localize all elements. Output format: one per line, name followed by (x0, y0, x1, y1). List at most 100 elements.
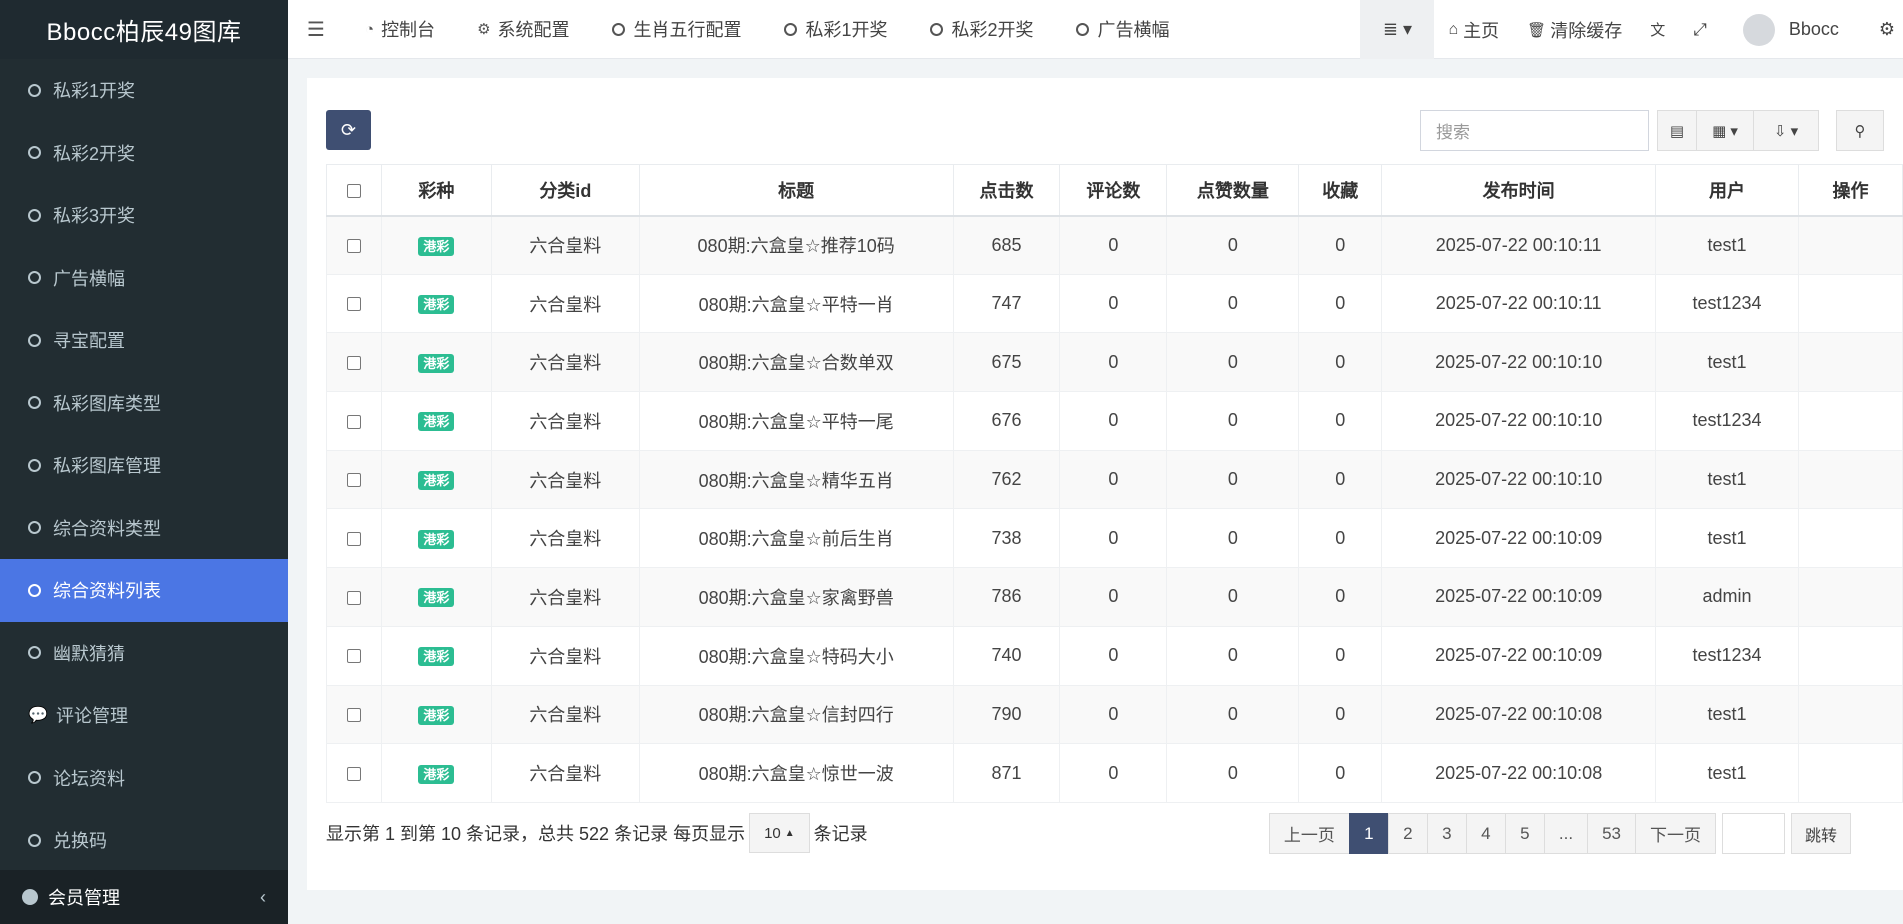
translate-icon: 文 (1650, 22, 1666, 39)
sidebar-item-label: 评论管理 (56, 706, 128, 727)
table-row[interactable]: 港彩 六合皇料 080期:六盒皇☆推荐10码 685 0 0 0 2025-07-22 00:… (326, 215, 1903, 275)
home-label: 主页 (1463, 20, 1500, 41)
search-input[interactable]: 搜索 (1420, 110, 1649, 151)
home-link[interactable]: ⌂ 主页 (1434, 0, 1513, 59)
page-button[interactable]: 5 (1504, 813, 1545, 854)
sidebar-item-comment-manage[interactable]: 💬 评论管理 (0, 684, 288, 747)
page-button[interactable]: 53 (1587, 813, 1636, 854)
select-cell[interactable] (326, 625, 382, 686)
select-all-cell[interactable] (326, 164, 382, 217)
sidebar-item-ad-banner[interactable]: 广告横幅 (0, 247, 288, 310)
user-menu[interactable]: Bbocc (1721, 0, 1853, 59)
col-header-title[interactable]: 标题 (638, 164, 954, 217)
col-header-category[interactable]: 分类id (490, 164, 640, 217)
select-cell[interactable] (326, 684, 382, 745)
row-checkbox[interactable] (346, 297, 361, 312)
page-button[interactable]: 2 (1387, 813, 1428, 854)
clear-cache-button[interactable]: 🗑 清除缓存 (1513, 0, 1636, 59)
row-checkbox[interactable] (346, 532, 361, 547)
tab-system-config[interactable]: ⚙ 系统配置 (456, 0, 590, 59)
select-all-checkbox[interactable] (346, 183, 361, 198)
comments-cell: 0 (1059, 391, 1168, 451)
sidebar-item-general-info-type[interactable]: 综合资料类型 (0, 497, 288, 560)
page-button[interactable]: 1 (1348, 813, 1389, 854)
tab-lottery1[interactable]: 私彩1开奖 (763, 0, 909, 59)
table-row[interactable]: 港彩 六合皇料 080期:六盒皇☆合数单双 675 0 0 0 2025-07-22 00:1… (326, 332, 1903, 393)
row-checkbox[interactable] (346, 708, 361, 723)
col-header-clicks[interactable]: 点击数 (952, 164, 1061, 217)
next-page-button[interactable]: 下一页 (1634, 813, 1716, 854)
row-checkbox[interactable] (346, 355, 361, 370)
row-checkbox[interactable] (346, 590, 361, 605)
tab-dashboard[interactable]: ◔ 控制台 (344, 0, 456, 59)
table-row[interactable]: 港彩 六合皇料 080期:六盒皇☆前后生肖 738 0 0 0 2025-07-22 00:1… (326, 508, 1903, 569)
page-button[interactable]: 3 (1426, 813, 1467, 854)
row-checkbox[interactable] (346, 473, 361, 488)
chevron-left-icon[interactable]: ‹ (260, 887, 266, 908)
select-cell[interactable] (326, 567, 382, 627)
col-header-user[interactable]: 用户 (1655, 164, 1799, 217)
export-button[interactable]: ⇩ ▾ (1753, 110, 1819, 151)
table-row[interactable]: 港彩 六合皇料 080期:六盒皇☆家禽野兽 786 0 0 0 2025-07-22 00:1… (326, 567, 1903, 627)
select-cell[interactable] (326, 332, 382, 393)
sidebar-item-forum-info[interactable]: 论坛资料 (0, 747, 288, 810)
select-cell[interactable] (326, 273, 382, 334)
language-button[interactable]: 文 (1636, 0, 1679, 59)
tab-lottery2[interactable]: 私彩2开奖 (909, 0, 1055, 59)
export-icon: ⇩ ▾ (1773, 122, 1799, 140)
col-header-favorites[interactable]: 收藏 (1298, 164, 1383, 217)
col-header-type[interactable]: 彩种 (380, 164, 492, 217)
sidebar-item-treasure-config[interactable]: 寻宝配置 (0, 309, 288, 372)
sidebar-item-lottery2-draw[interactable]: 私彩2开奖 (0, 122, 288, 185)
jump-button[interactable]: 跳转 (1790, 813, 1851, 854)
sidebar-item-private-gallery-type[interactable]: 私彩图库类型 (0, 372, 288, 435)
sidebar-item-member-management[interactable]: 会员管理 ‹ (0, 870, 288, 924)
table-row[interactable]: 港彩 六合皇料 080期:六盒皇☆信封四行 790 0 0 0 2025-07-22 00:1… (326, 684, 1903, 745)
search-button[interactable]: ⚲ (1836, 110, 1884, 151)
category-cell: 六合皇料 (490, 449, 640, 510)
sidebar-item-lottery1-draw[interactable]: 私彩1开奖 (0, 59, 288, 122)
circle-icon (1075, 22, 1089, 36)
row-checkbox[interactable] (346, 766, 361, 781)
col-header-likes[interactable]: 点赞数量 (1166, 164, 1300, 217)
page-size-dropdown[interactable]: 10 ▲ (749, 813, 810, 853)
toggle-view-button[interactable]: ▤ (1657, 110, 1697, 151)
select-cell[interactable] (326, 508, 382, 569)
jump-page-input[interactable] (1721, 813, 1785, 854)
page-button[interactable]: ... (1543, 813, 1589, 854)
select-cell[interactable] (326, 743, 382, 803)
likes-cell: 0 (1166, 684, 1300, 745)
table-row[interactable]: 港彩 六合皇料 080期:六盒皇☆精华五肖 762 0 0 0 2025-07-22 00:1… (326, 449, 1903, 510)
tabs-dropdown-button[interactable]: ≣ ▾ (1360, 0, 1435, 59)
tab-ad-banner[interactable]: 广告横幅 (1055, 0, 1191, 59)
sidebar-item-lottery3-draw[interactable]: 私彩3开奖 (0, 184, 288, 247)
select-cell[interactable] (326, 215, 382, 275)
menu-toggle-icon[interactable]: ☰ (288, 17, 344, 42)
sidebar-item-humor-guess[interactable]: 幽默猜猜 (0, 622, 288, 685)
tab-zodiac-config[interactable]: 生肖五行配置 (591, 0, 763, 59)
settings-button[interactable]: ⚙ (1853, 0, 1903, 59)
row-checkbox[interactable] (346, 414, 361, 429)
table-row[interactable]: 港彩 六合皇料 080期:六盒皇☆平特一尾 676 0 0 0 2025-07-22 00:1… (326, 391, 1903, 451)
sidebar-item-private-gallery-manage[interactable]: 私彩图库管理 (0, 434, 288, 497)
sidebar-item-general-info-list[interactable]: 综合资料列表 (0, 559, 288, 622)
select-cell[interactable] (326, 391, 382, 451)
circle-icon (28, 83, 41, 97)
row-checkbox[interactable] (346, 238, 361, 253)
circle-icon (28, 396, 41, 410)
page-button[interactable]: 4 (1465, 813, 1506, 854)
col-header-comments[interactable]: 评论数 (1059, 164, 1168, 217)
table-row[interactable]: 港彩 六合皇料 080期:六盒皇☆惊世一波 871 0 0 0 2025-07-22 00:1… (326, 743, 1903, 803)
sidebar-item-redeem-code[interactable]: 兑换码 (0, 809, 288, 872)
brand-logo[interactable]: Bbocc柏辰49图库 (0, 0, 288, 59)
sidebar-item-label: 广告横幅 (53, 268, 125, 289)
select-cell[interactable] (326, 449, 382, 510)
table-row[interactable]: 港彩 六合皇料 080期:六盒皇☆特码大小 740 0 0 0 2025-07-22 00:1… (326, 625, 1903, 686)
fullscreen-button[interactable]: ⤢ (1679, 0, 1721, 59)
prev-page-button[interactable]: 上一页 (1268, 813, 1350, 854)
table-row[interactable]: 港彩 六合皇料 080期:六盒皇☆平特一肖 747 0 0 0 2025-07-22 00:1… (326, 273, 1903, 334)
col-header-time[interactable]: 发布时间 (1381, 164, 1657, 217)
columns-button[interactable]: ▦ ▾ (1696, 110, 1754, 151)
row-checkbox[interactable] (346, 649, 361, 664)
refresh-button[interactable]: ⟳ (326, 110, 371, 150)
